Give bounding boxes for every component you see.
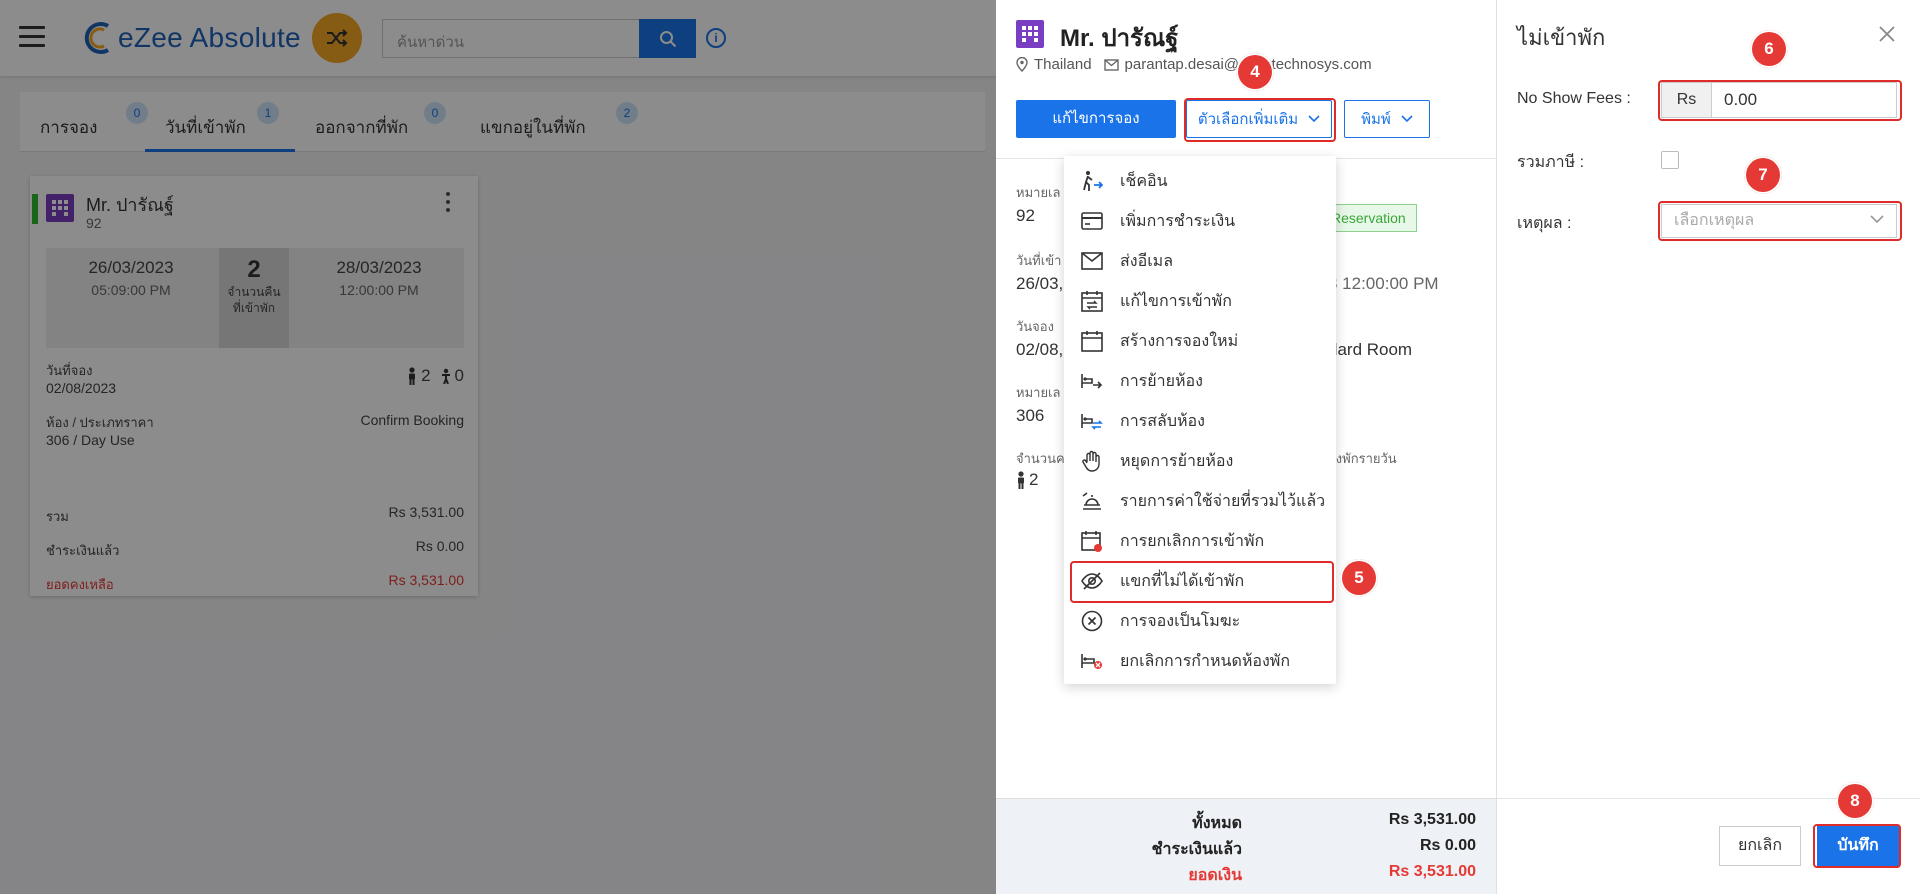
total-label: ทั้งหมด [1192, 815, 1242, 832]
guests-label: จำนวนค [1016, 451, 1065, 466]
room-type-value: dard Room [1328, 340, 1413, 359]
paid-label: ชำระเงินแล้ว [1151, 841, 1242, 858]
highlight-fees-field [1658, 80, 1902, 121]
building-icon [1016, 20, 1044, 48]
step-badge: 8 [1836, 782, 1874, 820]
guest-contact-line: Thailand parantap.desai@ezeetechnosys.co… [1016, 56, 1372, 73]
step-badge: 4 [1236, 53, 1274, 91]
menu-item-label: การสลับห้อง [1120, 412, 1205, 430]
more-options-menu: เช็คอิน เพิ่มการชำระเงิน ส่งอีเมล แก้ไขก… [1064, 156, 1336, 684]
menu-item-room-move[interactable]: การย้ายห้อง [1072, 362, 1328, 400]
menu-item-label: เช็คอิน [1120, 172, 1168, 190]
menu-item-add-payment[interactable]: เพิ่มการชำระเงิน [1072, 202, 1328, 240]
highlight-reason-select [1658, 201, 1902, 241]
menu-item-send-email[interactable]: ส่งอีเมล [1072, 242, 1328, 280]
step-badge: 6 [1750, 30, 1788, 68]
room-no-label: หมายเล [1016, 385, 1061, 400]
menu-item-inclusions[interactable]: รายการค่าใช้จ่ายที่รวมไว้แล้ว [1072, 482, 1328, 520]
menu-item-label: แก้ไขการเข้าพัก [1120, 292, 1232, 310]
location-pin-icon [1016, 57, 1028, 72]
print-label: พิมพ์ [1361, 111, 1391, 128]
menu-item-label: ยกเลิกการกำหนดห้องพัก [1120, 652, 1291, 670]
menu-item-cancel-stay[interactable]: การยกเลิกการเข้าพัก [1072, 522, 1328, 560]
menu-item-new-booking[interactable]: สร้างการจองใหม่ [1072, 322, 1328, 360]
modal-backdrop[interactable] [0, 0, 996, 894]
print-button[interactable]: พิมพ์ [1344, 100, 1430, 138]
detail-footer: ทั้งหมด Rs 3,531.00 ชำระเงินแล้ว Rs 0.00… [996, 798, 1496, 894]
menu-item-label: ส่งอีเมล [1120, 252, 1174, 270]
chevron-down-icon [1401, 115, 1413, 123]
hand-stop-icon [1080, 449, 1104, 473]
arrival-value: 26/03, [1016, 274, 1064, 293]
menu-item-label: หยุดการย้ายห้อง [1120, 452, 1234, 470]
room-swap-icon [1080, 409, 1104, 433]
room-no-value: 306 [1016, 406, 1045, 425]
rate-type-value: องพักรายวัน [1328, 451, 1397, 466]
step-badge: 5 [1340, 559, 1378, 597]
cancel-button[interactable]: ยกเลิก [1719, 826, 1801, 866]
guest-name: Mr. ปารัณฐ์ [1060, 25, 1179, 52]
include-tax-label: รวมภาษี : [1517, 154, 1585, 171]
calendar-icon [1080, 329, 1104, 353]
menu-item-label: การยกเลิกการเข้าพัก [1120, 532, 1265, 550]
adult-count: 2 [1029, 470, 1039, 489]
highlight-no-show-item [1070, 561, 1334, 603]
step-badge: 7 [1744, 156, 1782, 194]
no-show-panel: ไม่เข้าพัก No Show Fees : Rs 0.00 รวมภาษ… [1496, 0, 1920, 894]
menu-item-check-in[interactable]: เช็คอิน [1072, 162, 1328, 200]
pax-count: 2 [1016, 470, 1038, 490]
highlight-more-options [1184, 98, 1336, 142]
menu-item-label: การย้ายห้อง [1120, 372, 1203, 390]
menu-item-label: การจองเป็นโมฆะ [1120, 612, 1241, 630]
arrival-label: วันที่เข้า [1016, 253, 1062, 268]
checkin-icon [1080, 169, 1104, 193]
menu-item-room-swap[interactable]: การสลับห้อง [1072, 402, 1328, 440]
edit-stay-icon [1080, 289, 1104, 313]
booking-no-value: 92 [1016, 206, 1035, 225]
email-icon [1103, 58, 1119, 71]
cancel-calendar-icon [1080, 529, 1104, 553]
menu-item-stop-room-move[interactable]: หยุดการย้ายห้อง [1072, 442, 1328, 480]
inclusion-icon [1080, 489, 1104, 513]
menu-item-unassign-room[interactable]: ยกเลิกการกำหนดห้องพัก [1072, 642, 1328, 680]
void-icon [1080, 609, 1104, 633]
menu-item-void-booking[interactable]: การจองเป็นโมฆะ [1072, 602, 1328, 640]
menu-item-label: สร้างการจองใหม่ [1120, 332, 1239, 350]
balance-label: ยอดเงิน [1188, 867, 1242, 884]
menu-item-amend-stay[interactable]: แก้ไขการเข้าพัก [1072, 282, 1328, 320]
no-show-fees-label: No Show Fees : [1517, 90, 1631, 107]
close-icon[interactable] [1877, 24, 1897, 44]
menu-item-label: เพิ่มการชำระเงิน [1120, 212, 1236, 230]
highlight-save-button [1813, 824, 1901, 868]
edit-booking-button[interactable]: แก้ไขการจอง [1016, 100, 1176, 138]
mail-icon [1080, 249, 1104, 273]
paid-value: Rs 0.00 [1419, 837, 1476, 854]
include-tax-checkbox[interactable] [1661, 151, 1679, 169]
balance-value: Rs 3,531.00 [1388, 863, 1476, 880]
booking-no-label: หมายเล [1016, 185, 1061, 200]
departure-value: 3 12:00:00 PM [1328, 274, 1439, 293]
total-value: Rs 3,531.00 [1388, 811, 1476, 828]
unassign-room-icon [1080, 649, 1104, 673]
adult-icon [1018, 471, 1024, 489]
booking-date-label: วันจอง [1016, 319, 1054, 334]
room-move-icon [1080, 369, 1104, 393]
panel-title: ไม่เข้าพัก [1517, 25, 1606, 50]
booking-date-value: 02/08, [1016, 340, 1064, 359]
reason-label: เหตุผล : [1517, 215, 1572, 232]
menu-item-label: รายการค่าใช้จ่ายที่รวมไว้แล้ว [1120, 492, 1326, 510]
guest-country: Thailand [1034, 56, 1092, 73]
card-icon [1080, 209, 1104, 233]
